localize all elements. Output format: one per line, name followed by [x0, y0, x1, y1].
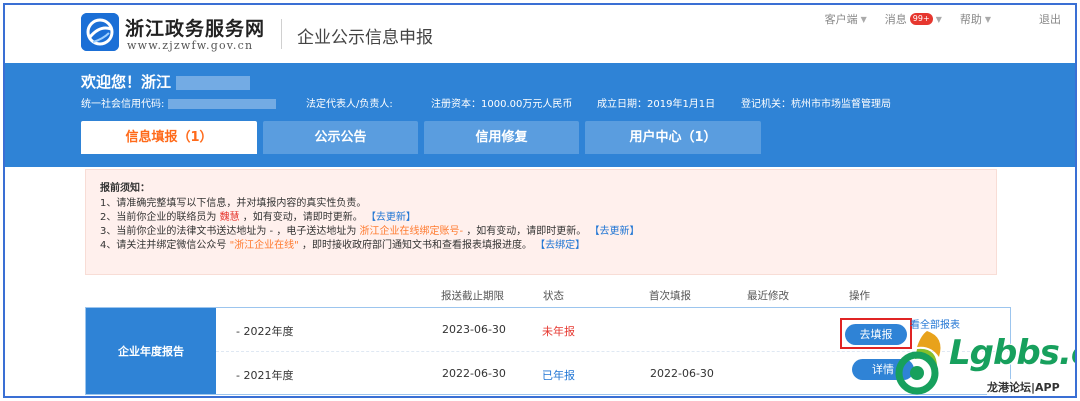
report-status: 已年报	[542, 369, 575, 382]
report-status: 未年报	[542, 325, 575, 338]
annual-report-label: 企业年度报告	[86, 308, 216, 394]
watermark: Lgbbs.cn 龙港论坛|APP	[887, 327, 1075, 396]
credit-code-field: 统一社会信用代码:	[81, 95, 276, 110]
tab-credit-repair[interactable]: 信用修复	[424, 121, 579, 154]
header-last-modified: 最近修改	[747, 290, 789, 302]
report-first-filed: 2022-06-30	[650, 367, 714, 380]
e-delivery-address: 浙江企业在线绑定账号-	[359, 226, 464, 237]
notice-line-1: 1、请准确完整填写以下信息，并对填报内容的真实性负责。	[100, 198, 367, 209]
report-table-header: 报送截止期限 状态 首次填报 最近修改 操作	[85, 285, 1005, 305]
help-menu[interactable]: 帮助 ▼	[960, 11, 991, 27]
logout-link[interactable]: 退出	[1039, 11, 1061, 27]
header-divider	[281, 19, 282, 49]
registration-authority: 登记机关：杭州市市场监督管理局	[741, 99, 891, 110]
chevron-down-icon: ▼	[860, 14, 867, 24]
watermark-subtitle: 龙港论坛|APP	[987, 379, 1060, 395]
watermark-brand: Lgbbs.cn	[949, 333, 1075, 373]
chevron-down-icon: ▼	[935, 14, 942, 24]
top-header: 浙江政务服务网 www.zjzwfw.gov.cn 企业公示信息申报 客户端 ▼…	[5, 5, 1075, 63]
bind-wechat-link[interactable]: 【去绑定】	[535, 240, 585, 251]
company-banner: 欢迎您！浙江 统一社会信用代码: 法定代表人/负责人: 注册资本：1000.00…	[5, 63, 1075, 167]
header-action: 操作	[849, 290, 870, 302]
notice-line-2-text: 2、当前你企业的联络员为	[100, 212, 217, 223]
report-year: - 2021年度	[236, 369, 294, 382]
messages-menu-label: 消息	[884, 13, 907, 26]
credit-code-label: 统一社会信用代码:	[81, 99, 165, 110]
report-year: - 2022年度	[236, 325, 294, 338]
header-status: 状态	[543, 290, 564, 302]
messages-menu[interactable]: 消息 99+ ▼	[885, 11, 942, 27]
notice-line-4-text: 4、请关注并绑定微信公众号	[100, 240, 227, 251]
annual-report-block: 企业年度报告 - 2022年度 2023-06-30 未年报 去填报 - 202…	[85, 307, 1011, 395]
zjzwfw-logo-icon	[81, 13, 119, 51]
tab-user-center[interactable]: 用户中心（1）	[585, 121, 761, 154]
tab-public-notice[interactable]: 公示公告	[263, 121, 418, 154]
registered-capital: 注册资本：1000.00万元人民币	[431, 99, 573, 110]
report-deadline: 2023-06-30	[442, 323, 506, 336]
notice-line-3-text: 3、当前你企业的法律文书送达地址为 - ，电子送达地址为	[100, 226, 357, 237]
notice-line-3: 3、当前你企业的法律文书送达地址为 - ，电子送达地址为 浙江企业在线绑定账号-…	[100, 225, 982, 239]
update-liaison-link[interactable]: 【去更新】	[366, 212, 416, 223]
watermark-logo-icon	[895, 331, 941, 395]
founded-date: 成立日期：2019年1月1日	[597, 99, 716, 110]
main-tabs: 信息填报（1） 公示公告 信用修复 用户中心（1）	[81, 121, 761, 154]
messages-badge: 99+	[909, 13, 933, 25]
liaison-name: 魏慧	[219, 212, 240, 223]
welcome-label: 欢迎您！浙江	[81, 73, 172, 91]
notice-line-2: 2、当前你企业的联络员为 魏慧 ，如有变动，请即时更新。 【去更新】	[100, 211, 982, 225]
notice-line-2-suffix: ，如有变动，请即时更新。	[242, 212, 363, 223]
legal-rep-label: 法定代表人/负责人:	[306, 99, 393, 110]
page-frame: 浙江政务服务网 www.zjzwfw.gov.cn 企业公示信息申报 客户端 ▼…	[3, 3, 1077, 398]
wechat-account-name: "浙江企业在线"	[229, 240, 299, 251]
help-menu-label: 帮助	[959, 13, 982, 26]
welcome-text: 欢迎您！浙江	[81, 71, 251, 92]
redacted-company-name	[176, 75, 251, 90]
client-menu[interactable]: 客户端 ▼	[825, 11, 867, 27]
header-deadline: 报送截止期限	[441, 290, 504, 302]
pre-filing-notice: 报前须知： 1、请准确完整填写以下信息，并对填报内容的真实性负责。 2、当前你企…	[85, 169, 997, 275]
header-first-filed: 首次填报	[649, 290, 691, 302]
client-menu-label: 客户端	[824, 13, 858, 26]
site-url: www.zjzwfw.gov.cn	[127, 39, 254, 52]
chevron-down-icon: ▼	[984, 14, 991, 24]
redacted-credit-code	[167, 99, 276, 109]
notice-line-4: 4、请关注并绑定微信公众号 "浙江企业在线" ，即时接收政府部门通知文书和查看报…	[100, 239, 982, 253]
top-nav: 客户端 ▼ 消息 99+ ▼ 帮助 ▼	[825, 11, 991, 27]
update-address-link[interactable]: 【去更新】	[590, 226, 640, 237]
system-title: 企业公示信息申报	[297, 28, 433, 48]
tab-info-filing[interactable]: 信息填报（1）	[81, 121, 257, 154]
notice-title: 报前须知：	[100, 183, 150, 194]
notice-line-3-suffix: ，如有变动，请即时更新。	[466, 226, 587, 237]
notice-line-4-suffix: ，即时接收政府部门通知文书和查看报表填报进度。	[301, 240, 532, 251]
site-name[interactable]: 浙江政务服务网	[125, 14, 265, 41]
report-deadline: 2022-06-30	[442, 367, 506, 380]
